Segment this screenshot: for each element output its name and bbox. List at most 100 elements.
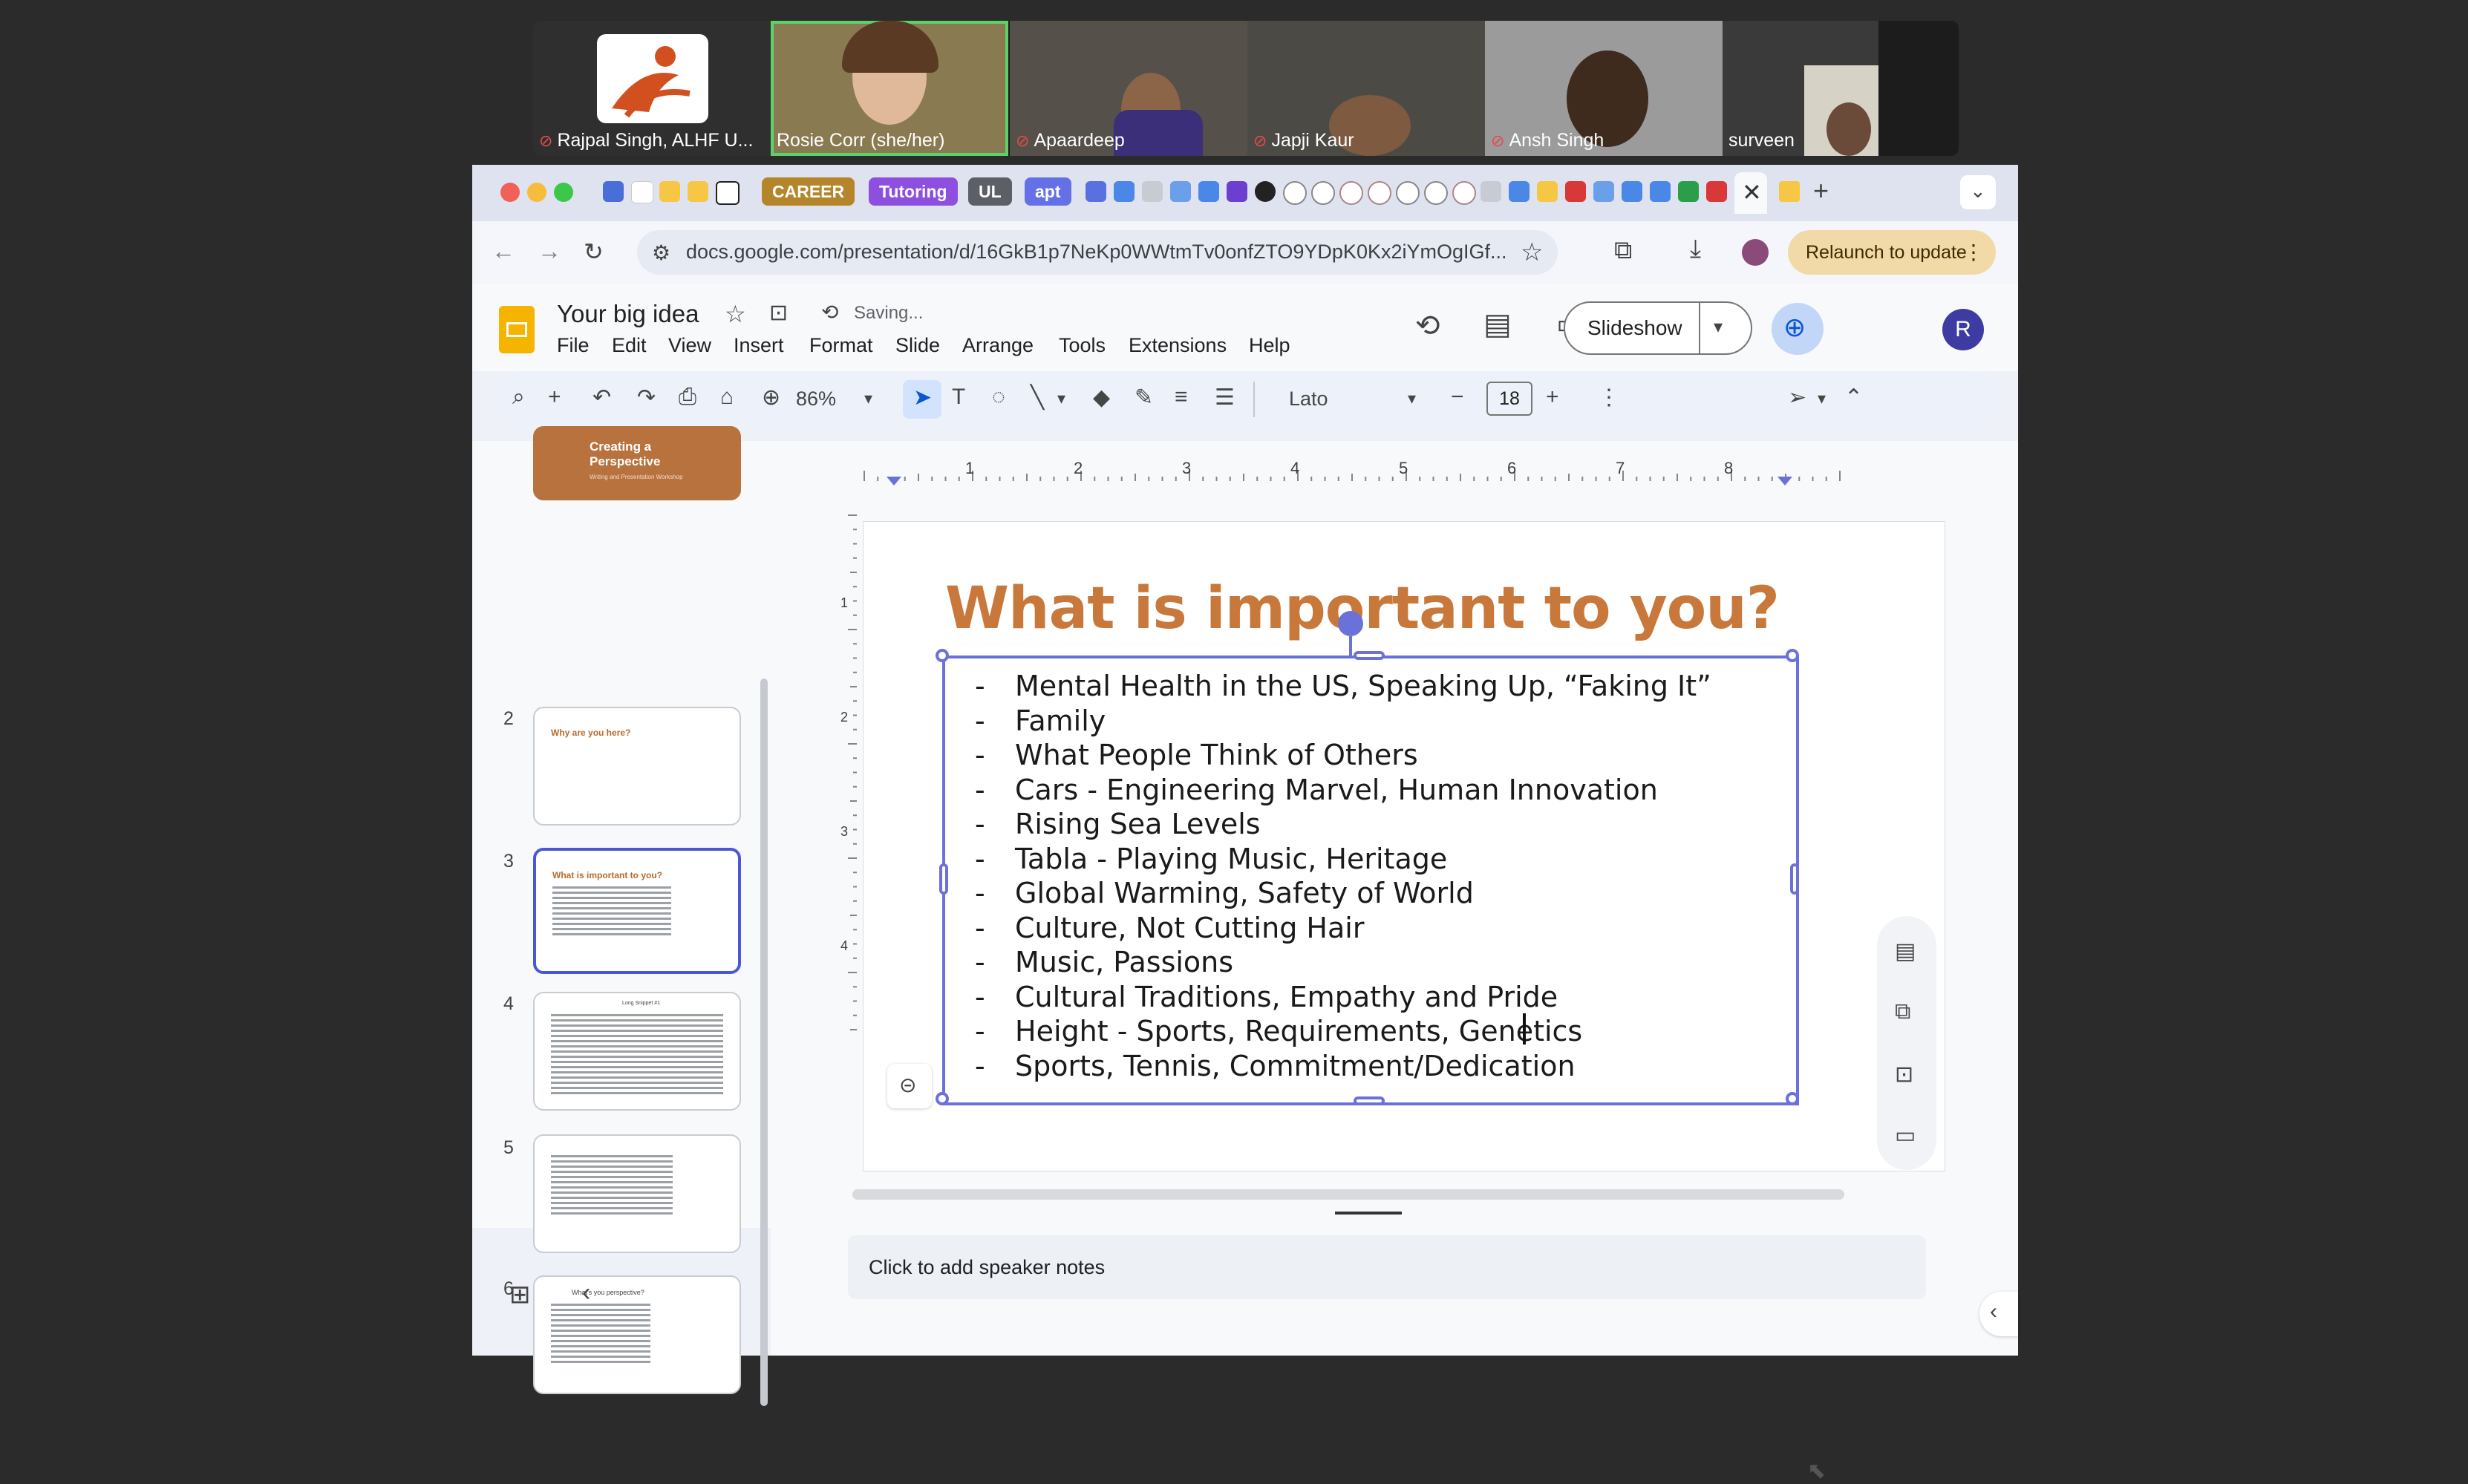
tab-group-career[interactable]: CAREER [762,177,855,206]
bullet-item[interactable]: - Mental Health in the US, Speaking Up, “… [975,669,1711,704]
indent-marker[interactable] [1777,477,1792,486]
tab-favicon[interactable] [1283,181,1307,205]
download-icon[interactable]: ⤓ [1690,235,1701,264]
menu-view[interactable]: View [668,334,711,357]
tab-google-icon[interactable] [631,181,653,203]
site-info-icon[interactable]: ⚙ [652,241,670,265]
resize-handle-left[interactable] [939,863,948,895]
more-options-icon[interactable]: ⋮ [1598,385,1620,411]
tab-favicon[interactable] [1311,181,1335,205]
tab-favicon[interactable] [1255,181,1276,202]
bookmark-star-icon[interactable]: ☆ [1521,238,1543,267]
slides-logo-icon[interactable] [499,306,535,353]
border-dash-icon[interactable]: ☰ [1215,385,1235,411]
new-slide-icon[interactable]: + [548,385,561,410]
tab-favicon[interactable] [1396,181,1420,205]
profile-avatar[interactable] [1742,239,1769,266]
hide-suggestions-button[interactable]: ⊝ [887,1064,932,1108]
resize-handle-bottom[interactable] [1354,1096,1385,1105]
border-weight-icon[interactable]: ≡ [1175,385,1188,410]
horizontal-ruler[interactable]: 1 2 3 4 5 6 7 8 [858,460,1935,487]
tab-drive-icon[interactable] [1779,181,1800,202]
line-icon[interactable]: ╲ [1031,385,1044,411]
menu-file[interactable]: File [557,334,590,357]
slide-thumbnail-4[interactable]: Long Snippet #1 [533,992,741,1111]
bullet-item[interactable]: - Rising Sea Levels [975,807,1711,842]
menu-help[interactable]: Help [1249,334,1290,357]
move-folder-icon[interactable]: ⊡ [769,300,788,326]
slideshow-dropdown-icon[interactable]: ▾ [1714,316,1723,338]
resize-handle-bottom-left[interactable] [936,1092,949,1105]
zoom-window-button[interactable] [554,183,573,202]
slideshow-button[interactable]: Slideshow ▾ [1564,301,1752,355]
line-dropdown-icon[interactable]: ▾ [1057,389,1065,408]
tab-notion-icon[interactable] [716,181,740,205]
resize-handle-top[interactable] [1354,651,1385,660]
undo-icon[interactable]: ↶ [592,385,611,411]
zoom-icon[interactable]: ⊕ [762,385,780,411]
omnibox[interactable]: ⚙ docs.google.com/presentation/d/16GkB1p… [637,230,1558,275]
close-tab-icon[interactable]: ✕ [1742,178,1762,206]
slide-thumbnail-1[interactable]: Creating a Perspective Writing and Prese… [533,426,741,500]
participant-tile[interactable]: ⊘ Rajpal Singh, ALHF U... [533,21,771,156]
slide-canvas[interactable]: What is important to you? - Mental Health… [863,521,1945,1171]
redo-icon[interactable]: ↷ [637,385,656,411]
select-tool-button[interactable]: ➤ [903,380,941,419]
participant-tile[interactable]: ⊘ Ansh Singh [1485,21,1723,156]
tab-favicon[interactable] [1706,181,1727,202]
font-family-select[interactable]: Lato [1289,388,1328,411]
bullet-item[interactable]: - Sports, Tennis, Commitment/Dedication [975,1049,1711,1084]
relaunch-to-update-button[interactable]: Relaunch to update ⋮ [1788,230,1996,275]
tab-favicon[interactable] [1565,181,1586,202]
bullet-item[interactable]: - Tabla - Playing Music, Heritage [975,842,1711,877]
tab-group-ul[interactable]: UL [968,177,1012,206]
tab-favicon[interactable] [1170,181,1191,202]
tab-favicon[interactable] [1452,181,1476,205]
tab-docs-icon[interactable] [1198,181,1219,202]
menu-insert[interactable]: Insert [734,334,784,357]
menu-tools[interactable]: Tools [1059,334,1106,357]
bullet-item[interactable]: - Height - Sports, Requirements, Genetics [975,1014,1711,1049]
bullet-item[interactable]: - Global Warming, Safety of World [975,876,1711,911]
print-icon[interactable]: ⎙ [679,385,696,410]
menu-format[interactable]: Format [809,334,873,357]
tab-calendar-icon[interactable] [603,181,624,202]
star-icon[interactable]: ☆ [725,300,746,328]
font-dropdown-icon[interactable]: ▾ [1408,389,1416,408]
tab-search-button[interactable]: ⌄ [1960,175,1996,209]
url-text[interactable]: docs.google.com/presentation/d/16GkB1p7N… [686,241,1507,264]
tab-favicon[interactable] [1227,181,1247,202]
tab-favicon[interactable] [1424,181,1448,205]
tab-favicon[interactable] [1086,181,1106,202]
extensions-icon[interactable]: ⧉ [1614,236,1632,265]
tab-docs-icon[interactable] [1622,181,1642,202]
reload-icon[interactable]: ↻ [584,238,604,266]
horizontal-scrollbar[interactable] [852,1189,1844,1200]
slide-thumbnail-5[interactable] [533,1134,741,1253]
bullet-item[interactable]: - Cars - Engineering Marvel, Human Innova… [975,773,1711,808]
menu-slide[interactable]: Slide [895,334,940,357]
tab-favicon[interactable] [1593,181,1614,202]
bullet-item[interactable]: - Family [975,704,1711,739]
participant-tile-active-speaker[interactable]: Rosie Corr (she/her) [771,21,1008,156]
fill-color-icon[interactable]: ◆ [1093,385,1110,411]
slides-panel-icon[interactable]: ⧉ [1895,999,1910,1024]
back-icon[interactable]: ← [492,238,515,265]
edit-mode-dropdown-icon[interactable]: ▾ [1818,389,1826,408]
slide-thumbnail-2[interactable]: Why are you here? [533,707,741,826]
bullet-item[interactable]: - Music, Passions [975,945,1711,980]
border-color-icon[interactable]: ✎ [1135,385,1153,411]
slide-title[interactable]: What is important to you? [945,575,1780,642]
side-panel-toggle[interactable]: ‹ [1979,1292,2018,1336]
bullet-item[interactable]: - Culture, Not Cutting Hair [975,911,1711,946]
bullet-list[interactable]: - Mental Health in the US, Speaking Up, “… [975,669,1711,1083]
tab-favicon[interactable] [1368,181,1391,205]
rotate-handle[interactable] [1338,611,1363,636]
tab-favicon[interactable] [1339,181,1363,205]
tab-docs-icon[interactable] [1114,181,1135,202]
resize-handle-top-right[interactable] [1786,649,1799,662]
share-button[interactable]: ⊕ [1772,303,1824,355]
collapse-filmstrip-icon[interactable]: ‹ [582,1278,590,1307]
speaker-notes[interactable]: Click to add speaker notes [848,1235,1926,1299]
collapse-toolbar-icon[interactable]: ⌃ [1844,385,1863,411]
